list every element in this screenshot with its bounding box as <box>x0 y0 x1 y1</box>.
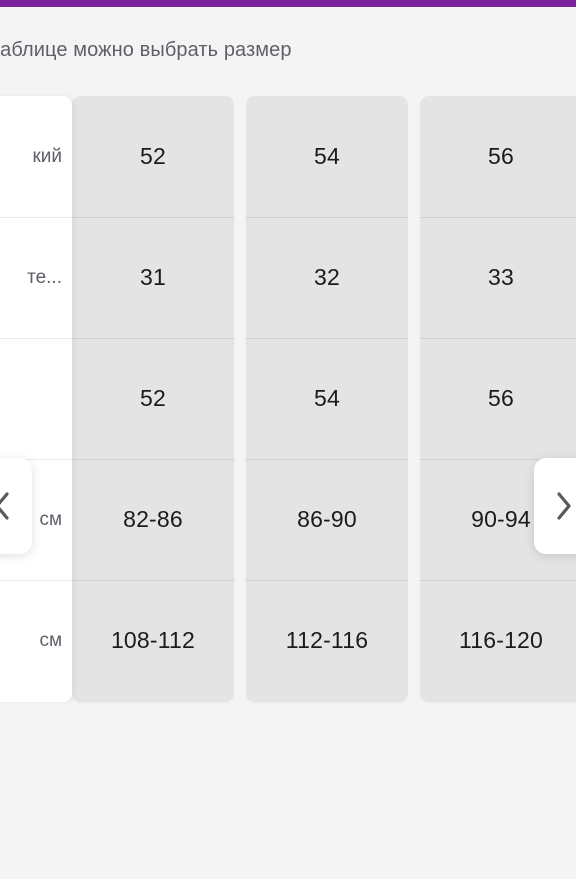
size-table-label-column: кий те... см см <box>0 96 72 702</box>
row-label: см <box>0 580 72 701</box>
size-cell[interactable]: 86-90 <box>246 459 408 580</box>
row-label: те... <box>0 217 72 338</box>
size-cell[interactable]: 33 <box>420 217 576 338</box>
size-cell[interactable]: 116-120 <box>420 580 576 701</box>
size-cell[interactable]: 54 <box>246 338 408 459</box>
size-cell[interactable]: 54 <box>246 96 408 217</box>
carousel-next-button[interactable] <box>534 458 576 554</box>
size-cell[interactable]: 112-116 <box>246 580 408 701</box>
size-cell[interactable]: 108-112 <box>72 580 234 701</box>
page-caption: В таблице можно выбрать размер <box>0 39 292 61</box>
size-cell[interactable]: 31 <box>72 217 234 338</box>
size-cell[interactable]: 52 <box>72 96 234 217</box>
chevron-left-icon <box>0 490 12 522</box>
size-cell[interactable]: 32 <box>246 217 408 338</box>
row-label <box>0 338 72 459</box>
row-label: кий <box>32 145 62 167</box>
carousel-prev-button[interactable] <box>0 458 32 554</box>
size-table-scroll-strip[interactable]: 52 31 52 82-86 108-112 54 32 54 86-90 11… <box>72 96 576 702</box>
size-column[interactable]: 52 31 52 82-86 108-112 <box>72 96 234 702</box>
size-column[interactable]: 54 32 54 86-90 112-116 <box>246 96 408 702</box>
top-accent-bar <box>0 0 576 7</box>
size-table: 52 31 52 82-86 108-112 54 32 54 86-90 11… <box>0 96 576 702</box>
size-cell[interactable]: 56 <box>420 338 576 459</box>
size-column[interactable]: 56 33 56 90-94 116-120 <box>420 96 576 702</box>
size-cell[interactable]: 82-86 <box>72 459 234 580</box>
size-cell[interactable]: 56 <box>420 96 576 217</box>
chevron-right-icon <box>554 490 574 522</box>
size-cell[interactable]: 52 <box>72 338 234 459</box>
